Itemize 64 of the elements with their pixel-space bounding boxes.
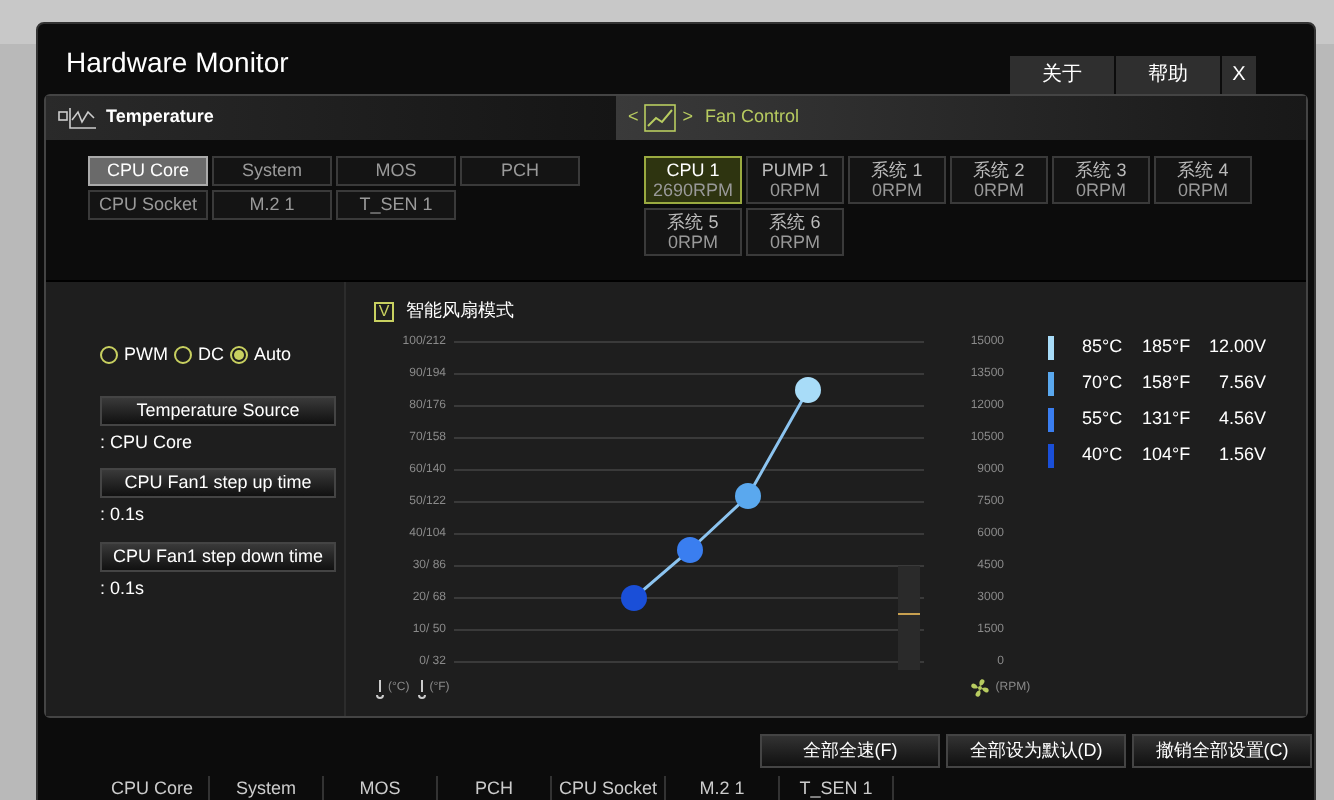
fan-button[interactable]: 系统 2 0RPM: [950, 156, 1048, 204]
fan-curve-icon: [644, 104, 677, 132]
setting-button[interactable]: CPU Fan1 step up time: [100, 468, 336, 498]
sensor-tab[interactable]: CPU Socket: [88, 190, 208, 220]
fan-button[interactable]: 系统 1 0RPM: [848, 156, 946, 204]
fan-button[interactable]: 系统 4 0RPM: [1154, 156, 1252, 204]
radio-button[interactable]: [100, 346, 118, 365]
temperature-celsius: 70°C: [1082, 370, 1125, 397]
fan-voltage: 4.56V: [1216, 406, 1266, 433]
sensor-label: CPU Core: [110, 776, 193, 800]
thermometer-icon: [415, 677, 428, 699]
sensor-label: PCH: [474, 776, 513, 800]
radio-button[interactable]: [230, 346, 248, 365]
sensor-tab[interactable]: MOS: [336, 156, 456, 186]
temperature-celsius: 40°C: [1082, 442, 1125, 469]
previous-button[interactable]: <: [628, 104, 639, 132]
action-button[interactable]: 全部全速(F): [760, 734, 940, 768]
header-button[interactable]: 关于: [1010, 56, 1114, 94]
setting-button[interactable]: CPU Fan1 step down time: [100, 541, 336, 571]
checkbox[interactable]: V: [374, 301, 394, 322]
section-title: Fan Control: [705, 104, 800, 131]
setting-value: : 0.1s: [100, 502, 147, 528]
sensor-label: CPU Socket: [558, 776, 658, 800]
temperature-celsius: 85°C: [1082, 334, 1125, 361]
sensor-tab[interactable]: PCH: [460, 156, 580, 186]
fan-icon: [969, 678, 990, 698]
sensor-label: M.2 1: [699, 776, 745, 800]
temperature-fahrenheit: 185°F: [1142, 334, 1193, 361]
fan-button[interactable]: CPU 1 2690RPM: [644, 156, 742, 204]
checkbox-label: 智能风扇模式: [406, 298, 514, 324]
thermometer-icon: [374, 677, 386, 699]
setting-value: : 0.1s: [100, 575, 147, 601]
sensor-label: T_SEN 1: [799, 776, 873, 800]
sensor-tab[interactable]: M.2 1: [212, 190, 332, 220]
sensor-tab[interactable]: T_SEN 1: [336, 190, 456, 220]
fan-voltage: 1.56V: [1216, 442, 1266, 469]
setting-value: : CPU Core: [100, 429, 195, 455]
temperature-fahrenheit: 104°F: [1142, 442, 1193, 469]
action-button[interactable]: 撤销全部设置(C): [1132, 734, 1312, 768]
radio-label: PWM: [124, 342, 168, 368]
fan-voltage: 7.56V: [1216, 370, 1266, 397]
temperature-graph-icon: [58, 106, 98, 130]
setting-button[interactable]: Temperature Source: [100, 395, 336, 425]
fan-button[interactable]: 系统 6 0RPM: [746, 208, 844, 256]
temperature-celsius: 55°C: [1082, 406, 1125, 433]
sensor-tab[interactable]: CPU Core: [88, 156, 208, 186]
action-button[interactable]: 全部设为默认(D): [946, 734, 1126, 768]
temperature-fahrenheit: 158°F: [1142, 370, 1193, 397]
temperature-fahrenheit: 131°F: [1142, 406, 1193, 433]
radio-label: Auto: [254, 342, 292, 368]
fan-voltage: 12.00V: [1206, 334, 1266, 361]
radio-label: DC: [198, 342, 224, 368]
fan-button[interactable]: 系统 3 0RPM: [1052, 156, 1150, 204]
sensor-label: MOS: [359, 776, 401, 800]
sensor-label: System: [235, 776, 296, 800]
header-button[interactable]: 帮助: [1116, 56, 1220, 94]
close-button[interactable]: X: [1222, 56, 1256, 94]
sensor-tab[interactable]: System: [212, 156, 332, 186]
radio-button[interactable]: [174, 346, 192, 365]
window-title: Hardware Monitor: [66, 44, 289, 82]
section-title: Temperature: [106, 104, 214, 131]
fan-button[interactable]: PUMP 1 0RPM: [746, 156, 844, 204]
fan-button[interactable]: 系统 5 0RPM: [644, 208, 742, 256]
next-button[interactable]: >: [682, 104, 694, 132]
